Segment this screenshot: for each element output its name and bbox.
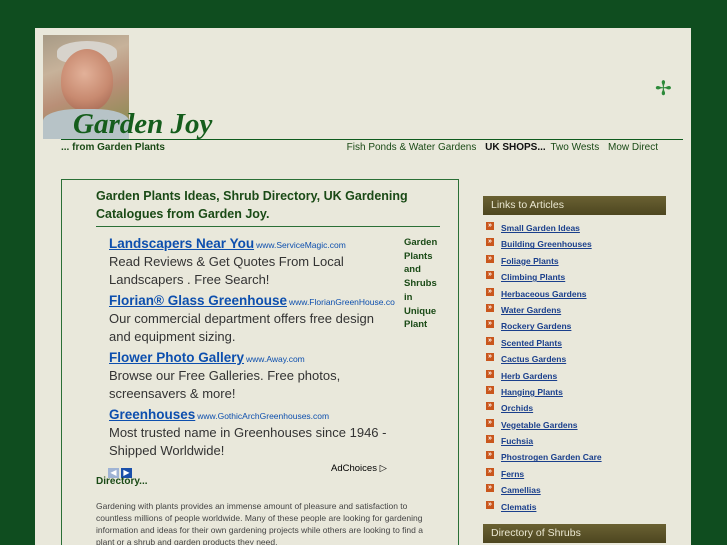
double-chevron-icon: »: [486, 238, 494, 247]
article-link[interactable]: » Small Garden Ideas: [483, 222, 666, 239]
ad-title-link[interactable]: Landscapers Near You: [109, 236, 254, 251]
adchoices-link[interactable]: AdChoices ▷: [331, 463, 387, 474]
intro-paragraph: Gardening with plants provides an immens…: [96, 501, 423, 545]
nav-link-mow-direct[interactable]: Mow Direct: [608, 142, 658, 153]
double-chevron-icon: »: [486, 353, 494, 362]
double-chevron-icon: »: [486, 385, 494, 394]
double-chevron-icon: »: [486, 451, 494, 460]
article-link[interactable]: » Foliage Plants: [483, 254, 666, 272]
article-link[interactable]: » Orchids: [483, 402, 666, 419]
article-link[interactable]: » Vegetable Gardens: [483, 418, 666, 436]
ad-list: Landscapers Near You www.ServiceMagic.com…: [109, 235, 399, 463]
article-links: » Small Garden Ideas » Building Greenhouse…: [483, 222, 666, 518]
article-link[interactable]: » Cactus Gardens: [483, 353, 666, 370]
ad-description: Browse our Free Galleries. Free photos, …: [109, 368, 341, 401]
ad-description: Read Reviews & Get Quotes From Local Lan…: [109, 254, 344, 287]
title-divider: [96, 226, 440, 227]
ad-url[interactable]: www.Away.com: [246, 354, 305, 364]
top-nav: Fish Ponds & Water Gardens UK SHOPS... T…: [341, 142, 658, 153]
article-link[interactable]: » Clematis: [483, 500, 666, 518]
page-title: Garden Plants Ideas, Shrub Directory, UK…: [96, 189, 408, 221]
double-chevron-icon: »: [486, 484, 494, 493]
article-link[interactable]: » Water Gardens: [483, 303, 666, 321]
page-container: Garden Joy ✢ ... from Garden Plants Fish…: [35, 28, 691, 545]
sidebar: Links to Articles » Small Garden Ideas » B…: [483, 196, 666, 544]
nav-link-two-wests[interactable]: Two Wests: [550, 142, 599, 153]
ad-title-link[interactable]: Florian® Glass Greenhouse: [109, 293, 287, 308]
article-link[interactable]: » Scented Plants: [483, 336, 666, 354]
ad-url[interactable]: www.FlorianGreenHouse.co: [289, 297, 395, 307]
header-divider: [61, 139, 683, 140]
double-chevron-icon: »: [486, 254, 494, 263]
article-link[interactable]: » Herbaceous Gardens: [483, 287, 666, 305]
main-content: Garden Plants Ideas, Shrub Directory, UK…: [61, 179, 459, 545]
adchoices-icon: ▷: [379, 463, 387, 474]
double-chevron-icon: »: [486, 222, 494, 230]
double-chevron-icon: »: [486, 271, 494, 280]
ad-title-link[interactable]: Greenhouses: [109, 407, 195, 422]
ad-url[interactable]: www.GothicArchGreenhouses.com: [197, 411, 329, 421]
article-link[interactable]: » Herb Gardens: [483, 369, 666, 387]
nav-link-fish-ponds[interactable]: Fish Ponds & Water Gardens: [347, 142, 477, 153]
ad-title-link[interactable]: Flower Photo Gallery: [109, 350, 244, 365]
double-chevron-icon: »: [486, 402, 494, 411]
double-chevron-icon: »: [486, 287, 494, 296]
article-link[interactable]: » Fuchsia: [483, 435, 666, 452]
articles-header: Links to Articles: [483, 196, 666, 215]
ad-description: Our commercial department offers free de…: [109, 311, 374, 344]
ad-item: Greenhouses www.GothicArchGreenhouses.com…: [109, 406, 399, 460]
ad-url[interactable]: www.ServiceMagic.com: [256, 240, 346, 250]
shrubs-header: Directory of Shrubs: [483, 524, 666, 544]
article-link[interactable]: » Climbing Plants: [483, 271, 666, 288]
ad-item: Landscapers Near You www.ServiceMagic.com…: [109, 235, 399, 289]
nav-link-uk-shops[interactable]: UK SHOPS...: [485, 142, 546, 153]
side-heading[interactable]: Garden Plants and Shrubs in Unique Plant: [404, 236, 444, 332]
site-tagline: ... from Garden Plants: [61, 142, 165, 153]
hummingbird-icon: ✢: [655, 78, 672, 100]
article-link[interactable]: » Phostrogen Garden Care: [483, 451, 666, 468]
article-link[interactable]: » Hanging Plants: [483, 385, 666, 403]
double-chevron-icon: »: [486, 435, 494, 444]
ad-description: Most trusted name in Greenhouses since 1…: [109, 425, 387, 458]
double-chevron-icon: »: [486, 500, 494, 509]
double-chevron-icon: »: [486, 320, 494, 329]
double-chevron-icon: »: [486, 467, 494, 476]
article-link[interactable]: » Rockery Gardens: [483, 320, 666, 337]
article-link[interactable]: » Ferns: [483, 467, 666, 485]
article-link[interactable]: » Building Greenhouses: [483, 238, 666, 255]
article-link[interactable]: » Camellias: [483, 484, 666, 501]
site-title[interactable]: Garden Joy: [73, 108, 212, 141]
double-chevron-icon: »: [486, 369, 494, 378]
double-chevron-icon: »: [486, 418, 494, 427]
double-chevron-icon: »: [486, 336, 494, 345]
directory-link[interactable]: Directory...: [96, 476, 148, 487]
double-chevron-icon: »: [486, 303, 494, 312]
adchoices-label: AdChoices: [331, 463, 377, 474]
ad-item: Flower Photo Gallery www.Away.com Browse …: [109, 349, 399, 403]
ad-item: Florian® Glass Greenhouse www.FlorianGree…: [109, 292, 399, 346]
